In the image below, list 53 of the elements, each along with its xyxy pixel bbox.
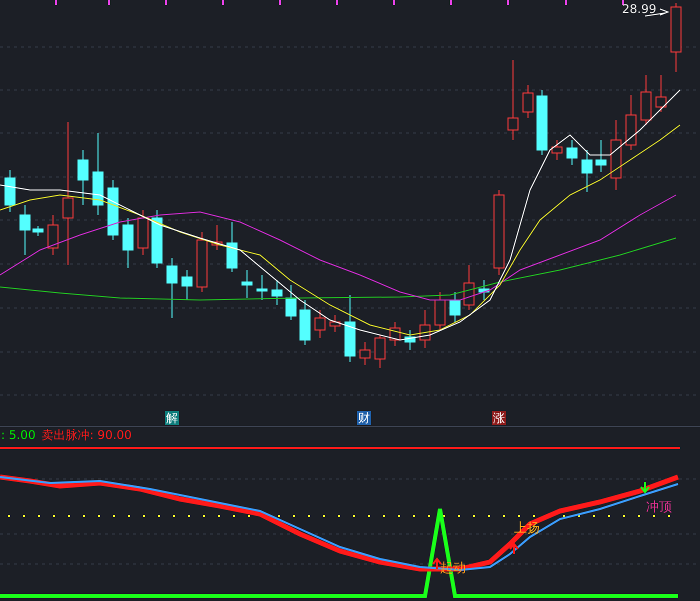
signal-label: 起动: [440, 561, 466, 576]
candlestick: [420, 310, 430, 348]
legend-value: 卖出脉冲: 90.00: [42, 426, 132, 444]
event-marker[interactable]: 解: [165, 411, 180, 425]
event-marker[interactable]: 涨: [492, 411, 506, 425]
candlestick: [450, 292, 460, 322]
candlestick: [182, 270, 192, 300]
candlestick: [670, 2, 682, 72]
candlestick: [166, 258, 178, 318]
candlestick: [256, 274, 268, 300]
candlestick: [610, 120, 622, 190]
candlestick: [478, 280, 490, 300]
up-arrow-icon: [432, 557, 442, 570]
candlestick: [434, 292, 446, 330]
candlestick: [272, 280, 282, 306]
candlestick: [314, 310, 326, 338]
candlestick: [138, 210, 148, 256]
candlestick: [20, 204, 30, 256]
candlestick: [374, 334, 386, 368]
candlestick: [626, 94, 636, 150]
candlestick: [226, 222, 238, 272]
candlestick: [152, 210, 162, 268]
candlestick: [344, 294, 356, 362]
candlestick: [596, 140, 606, 172]
candlestick: [656, 74, 666, 112]
candlestick: [536, 90, 548, 156]
candlestick: [640, 74, 652, 126]
candlestick: [464, 264, 474, 310]
candlestick: [212, 224, 222, 250]
candlestick: [330, 314, 340, 332]
signal-label: 冲顶: [646, 500, 672, 515]
legend-value: : 5.00: [1, 428, 36, 442]
candlestick: [286, 284, 296, 320]
price-label: 28.99: [622, 2, 656, 16]
candlestick: [522, 84, 534, 118]
candlestick: [360, 342, 370, 366]
candlestick: [404, 330, 416, 350]
candlestick: [196, 232, 208, 292]
candlestick: [48, 214, 58, 256]
candlestick: [122, 218, 134, 268]
event-marker[interactable]: 财: [357, 411, 371, 425]
candlestick: [552, 140, 562, 160]
candlestick: [242, 270, 252, 298]
candlestick: [300, 300, 310, 346]
candlestick: [4, 170, 16, 212]
candlestick: [582, 150, 592, 192]
candlestick: [566, 140, 578, 166]
candlestick: [78, 150, 88, 206]
up-arrow-icon: [509, 542, 519, 555]
candlestick: [108, 180, 118, 240]
candlestick: [390, 322, 400, 346]
candlestick: [32, 226, 44, 236]
down-arrow-icon: [640, 481, 650, 494]
